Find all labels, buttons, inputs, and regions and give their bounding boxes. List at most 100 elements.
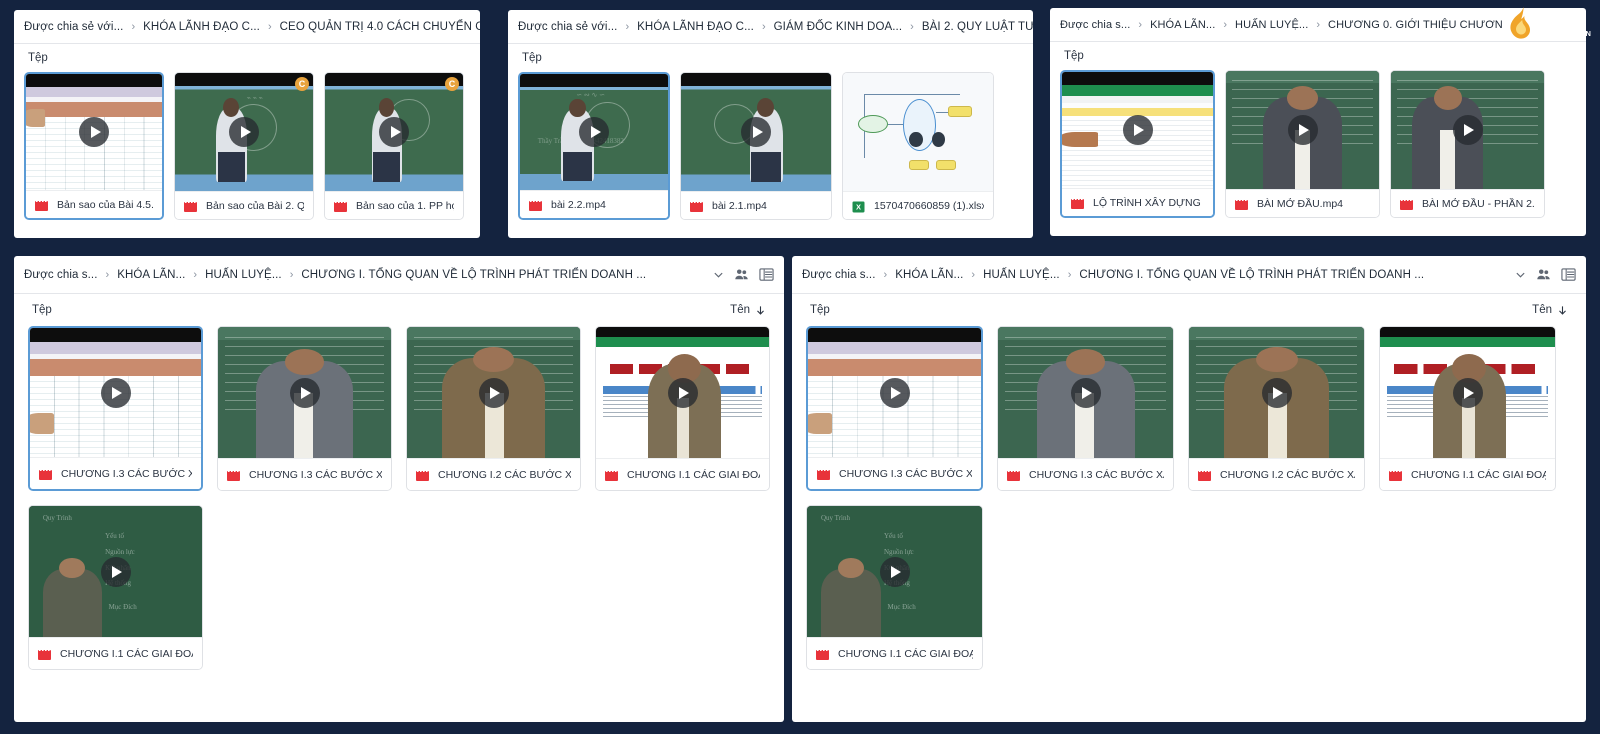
arrow-down-icon[interactable] — [1557, 305, 1568, 316]
people-icon[interactable] — [1536, 267, 1551, 282]
video-thumbnail[interactable] — [30, 328, 201, 457]
file-card[interactable]: Quy Trình Yếu tố Nguồn lực KQ nhân Hệ th… — [28, 505, 203, 670]
thumbnail-image — [843, 73, 993, 191]
breadcrumb-item-current[interactable]: CHƯƠNG I. TỔNG QUAN VỀ LỘ TRÌNH PHÁT TRI… — [301, 269, 646, 281]
play-icon[interactable] — [880, 557, 910, 587]
breadcrumb-item[interactable]: Được chia s... — [802, 269, 876, 281]
play-icon[interactable] — [1262, 378, 1292, 408]
breadcrumb-item[interactable]: KHÓA LÃNH ĐẠO C... — [143, 21, 260, 33]
breadcrumb-item[interactable]: KHÓA LÃN... — [1150, 19, 1215, 31]
breadcrumb-item[interactable]: KHÓA LÃN... — [895, 269, 963, 281]
file-card[interactable]: bài 2.1.mp4 — [680, 72, 832, 220]
video-thumbnail[interactable]: C — [325, 73, 463, 191]
play-icon[interactable] — [668, 378, 698, 408]
breadcrumb-item[interactable]: GIÁM ĐỐC KINH DOA... — [774, 21, 903, 33]
file-card[interactable]: Bản sao của Bài 4.5. BSC - T... — [24, 72, 164, 220]
play-icon[interactable] — [79, 117, 109, 147]
video-thumbnail[interactable] — [407, 327, 580, 458]
breadcrumb-item[interactable]: HUẤN LUYỆ... — [1235, 19, 1308, 31]
breadcrumb-separator-icon: › — [131, 21, 135, 33]
play-icon[interactable] — [290, 378, 320, 408]
breadcrumb-item[interactable]: Được chia sẻ với... — [518, 21, 617, 33]
drive-panel-3: Được chia s... › KHÓA LÃN... › HUẤN LUYỆ… — [1050, 8, 1586, 236]
video-thumbnail[interactable] — [1391, 71, 1544, 189]
sort-control[interactable]: Tên — [730, 304, 766, 316]
play-icon[interactable] — [1453, 115, 1483, 145]
breadcrumb-item[interactable]: KHÓA LÃN... — [117, 269, 185, 281]
file-card[interactable]: Quy Trình Yếu tố Nguồn lực KQ nhân Hệ th… — [806, 505, 983, 670]
file-card[interactable]: CHƯƠNG I.3 CÁC BƯỚC XÂY... — [997, 326, 1174, 491]
play-icon[interactable] — [579, 117, 609, 147]
breadcrumb-item[interactable]: Được chia s... — [1060, 19, 1130, 31]
file-grid: CHƯƠNG I.3 CÁC BƯỚC XÂY... CHƯƠN — [14, 326, 784, 684]
play-icon[interactable] — [1453, 378, 1483, 408]
sort-control[interactable]: Tên — [1532, 304, 1568, 316]
file-card[interactable]: CHƯƠNG I.1 CÁC GIAI ĐOẠ... — [595, 326, 770, 491]
video-file-icon — [1198, 469, 1211, 481]
file-card[interactable]: LỘ TRÌNH XÂY DỰNG START... — [1060, 70, 1215, 218]
video-thumbnail[interactable]: ∽ ∾ ∿ ∽ Thầy Trần Quang 0942418382 — [520, 74, 668, 190]
breadcrumb-item[interactable]: HUẤN LUYỆ... — [205, 269, 282, 281]
video-thumbnail[interactable] — [1189, 327, 1364, 458]
file-card[interactable]: CHƯƠNG I.2 CÁC BƯỚC XÂY... — [406, 326, 581, 491]
breadcrumb-item[interactable]: Được chia s... — [24, 269, 98, 281]
breadcrumb-separator-icon: › — [762, 21, 766, 33]
file-card[interactable]: C Bản sao của 1. PP học on of... — [324, 72, 464, 220]
breadcrumb-item[interactable]: HUẤN LUYỆ... — [983, 269, 1060, 281]
video-thumbnail[interactable] — [26, 74, 162, 190]
breadcrumb-item-current[interactable]: CEO QUẢN TRỊ 4.0 CÁCH CHUYỂN GIAO KH... — [280, 21, 480, 33]
list-view-icon[interactable] — [1561, 267, 1576, 282]
video-file-icon — [416, 469, 429, 481]
file-card[interactable]: CHƯƠNG I.2 CÁC BƯỚC XÂY... — [1188, 326, 1365, 491]
video-thumbnail[interactable] — [596, 327, 769, 458]
video-thumbnail[interactable] — [218, 327, 391, 458]
breadcrumb-item[interactable]: KHÓA LÃNH ĐẠO C... — [637, 21, 754, 33]
files-label: Tệp — [522, 52, 542, 64]
play-icon[interactable] — [479, 378, 509, 408]
video-thumbnail[interactable]: ⌁ ⌁ ⌁ C — [175, 73, 313, 191]
chevron-down-icon[interactable] — [1515, 269, 1526, 280]
file-card[interactable]: CHƯƠNG I.3 CÁC BƯỚC XÂY... — [806, 326, 983, 491]
play-icon[interactable] — [379, 117, 409, 147]
play-icon[interactable] — [741, 117, 771, 147]
arrow-down-icon[interactable] — [755, 305, 766, 316]
video-file-icon — [605, 469, 618, 481]
play-icon[interactable] — [1071, 378, 1101, 408]
document-thumbnail[interactable] — [843, 73, 993, 191]
file-name: 1570470660859 (1).xlsx — [874, 200, 984, 212]
video-thumbnail[interactable]: Quy Trình Yếu tố Nguồn lực KQ nhân Hệ th… — [807, 506, 982, 637]
video-thumbnail[interactable] — [681, 73, 831, 191]
file-card-footer: CHƯƠNG I.1 CÁC GIAI ĐOẠ... — [807, 637, 982, 669]
file-card[interactable]: ⌁ ⌁ ⌁ C Bản sao của Bài 2. Quy luật t... — [174, 72, 314, 220]
file-card[interactable]: CHƯƠNG I.3 CÁC BƯỚC XÂY... — [217, 326, 392, 491]
drive-panel-2: Được chia sẻ với... › KHÓA LÃNH ĐẠO C...… — [508, 10, 1033, 238]
play-icon[interactable] — [1288, 115, 1318, 145]
file-card[interactable]: CHƯƠNG I.1 CÁC GIAI ĐOẠ... — [1379, 326, 1556, 491]
video-thumbnail[interactable] — [1380, 327, 1555, 458]
video-thumbnail[interactable] — [1062, 72, 1213, 188]
file-card[interactable]: CHƯƠNG I.3 CÁC BƯỚC XÂY... — [28, 326, 203, 491]
video-thumbnail[interactable] — [808, 328, 981, 457]
video-thumbnail[interactable]: Quy Trình Yếu tố Nguồn lực KQ nhân Hệ th… — [29, 506, 202, 637]
file-card[interactable]: BÀI MỞ ĐẦU.mp4 — [1225, 70, 1380, 218]
file-card[interactable]: ∽ ∾ ∿ ∽ Thầy Trần Quang 0942418382 bài 2… — [518, 72, 670, 220]
play-icon[interactable] — [101, 378, 131, 408]
play-icon[interactable] — [101, 557, 131, 587]
breadcrumb-item[interactable]: Được chia sẻ với... — [24, 21, 123, 33]
play-icon[interactable] — [229, 117, 259, 147]
video-thumbnail[interactable] — [998, 327, 1173, 458]
file-card[interactable]: BÀI MỞ ĐẦU - PHẦN 2.mp4 — [1390, 70, 1545, 218]
file-card[interactable]: X 1570470660859 (1).xlsx — [842, 72, 994, 220]
file-name: CHƯƠNG I.1 CÁC GIAI ĐOẠ... — [60, 648, 193, 660]
play-icon[interactable] — [880, 378, 910, 408]
breadcrumb-item-current[interactable]: CHƯƠNG I. TỔNG QUAN VỀ LỘ TRÌNH PHÁT TRI… — [1079, 269, 1424, 281]
chevron-down-icon[interactable] — [713, 269, 724, 280]
breadcrumb-item-current[interactable]: CHƯƠNG 0. GIỚI THIỆU CHƯƠN — [1328, 19, 1503, 31]
play-icon[interactable] — [1123, 115, 1153, 145]
list-view-icon[interactable] — [759, 267, 774, 282]
video-thumbnail[interactable] — [1226, 71, 1379, 189]
people-icon[interactable] — [734, 267, 749, 282]
ceo-education-logo: CEO EDUCATION — [1506, 6, 1592, 40]
breadcrumb-item-current[interactable]: BÀI 2. QUY LUẬT TƯ DUY — [922, 21, 1033, 33]
files-label: Tệp — [32, 304, 52, 316]
